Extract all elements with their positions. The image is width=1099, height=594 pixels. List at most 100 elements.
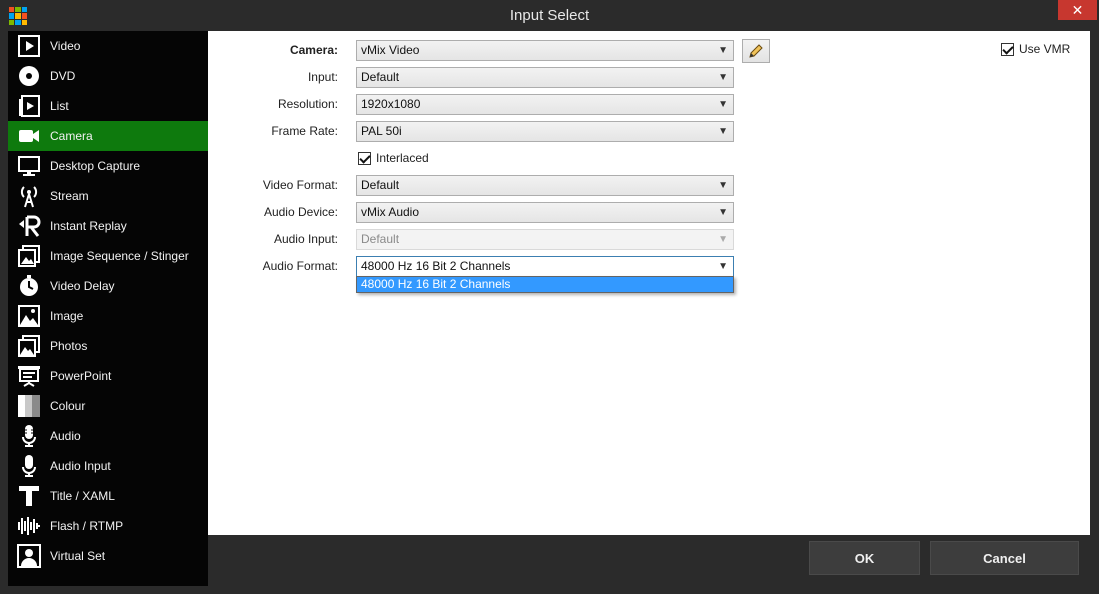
frame-rate-select[interactable]: PAL 50i ▼ (356, 121, 734, 142)
sidebar-item-label: Image (50, 309, 84, 323)
chevron-down-icon: ▼ (718, 126, 728, 137)
sidebar-item-instant-replay[interactable]: Instant Replay (8, 211, 208, 241)
chevron-down-icon: ▼ (718, 234, 728, 245)
checkbox-box (358, 151, 371, 165)
disc-icon (15, 62, 43, 90)
camera-icon (15, 122, 43, 150)
sidebar-item-label: List (50, 99, 69, 113)
sidebar-item-image[interactable]: Image (8, 301, 208, 331)
dialog-footer: OK Cancel (208, 535, 1090, 586)
audio-format-select[interactable]: 48000 Hz 16 Bit 2 Channels ▼ (356, 256, 734, 277)
sidebar-item-label: Flash / RTMP (50, 519, 124, 533)
video-format-label: Video Format: (262, 178, 338, 192)
sidebar-item-colour[interactable]: Colour (8, 391, 208, 421)
resolution-select[interactable]: 1920x1080 ▼ (356, 94, 734, 115)
microphone-input-icon (15, 452, 43, 480)
sidebar-item-label: Title / XAML (50, 489, 115, 503)
sidebar-item-list[interactable]: List (8, 91, 208, 121)
sidebar-item-label: PowerPoint (50, 369, 112, 383)
sidebar-item-label: Image Sequence / Stinger (50, 249, 189, 263)
use-vmr-checkbox[interactable]: Use VMR (1001, 42, 1070, 56)
sidebar-item-label: Video Delay (50, 279, 115, 293)
frame-rate-value: PAL 50i (361, 124, 402, 138)
sidebar-item-video[interactable]: Video (8, 31, 208, 61)
sidebar-item-image-sequence[interactable]: Image Sequence / Stinger (8, 241, 208, 271)
audio-device-label: Audio Device: (263, 205, 338, 219)
presentation-icon (15, 362, 43, 390)
camera-value: vMix Video (361, 43, 420, 57)
video-file-icon (15, 32, 43, 60)
sidebar-item-title-xaml[interactable]: Title / XAML (8, 481, 208, 511)
sidebar-item-label: Virtual Set (50, 549, 106, 563)
resolution-value: 1920x1080 (361, 97, 421, 111)
close-button[interactable]: ✕ (1058, 0, 1097, 20)
input-select[interactable]: Default ▼ (356, 67, 734, 88)
sidebar-item-label: Instant Replay (50, 219, 127, 233)
audio-input-select: Default ▼ (356, 229, 734, 250)
sidebar-item-label: Audio Input (50, 459, 111, 473)
cancel-button[interactable]: Cancel (930, 541, 1079, 575)
interlaced-checkbox[interactable]: Interlaced (358, 151, 429, 165)
list-icon (15, 92, 43, 120)
clock-icon (15, 272, 43, 300)
audio-input-label: Audio Input: (273, 232, 338, 246)
pencil-icon (749, 44, 763, 58)
sidebar-item-label: Colour (50, 399, 86, 413)
replay-icon (15, 212, 43, 240)
microphone-icon (15, 422, 43, 450)
sidebar-item-flash-rtmp[interactable]: Flash / RTMP (8, 511, 208, 541)
image-icon (15, 302, 43, 330)
monitor-icon (15, 152, 43, 180)
sidebar-item-video-delay[interactable]: Video Delay (8, 271, 208, 301)
video-format-value: Default (361, 178, 400, 192)
audio-device-select[interactable]: vMix Audio ▼ (356, 202, 734, 223)
camera-label: Camera: (289, 43, 338, 57)
sidebar-item-label: Camera (50, 129, 93, 143)
sidebar-item-powerpoint[interactable]: PowerPoint (8, 361, 208, 391)
chevron-down-icon: ▼ (718, 99, 728, 110)
input-select-window: Input Select ✕ Video DVD List Camera Des… (0, 0, 1099, 594)
audio-input-value: Default (361, 232, 400, 246)
dropdown-option[interactable]: 48000 Hz 16 Bit 2 Channels (357, 277, 733, 292)
audio-device-value: vMix Audio (361, 205, 420, 219)
ok-button[interactable]: OK (809, 541, 920, 575)
interlaced-label: Interlaced (376, 151, 429, 165)
audio-format-label: Audio Format: (262, 259, 338, 273)
camera-select[interactable]: vMix Video ▼ (356, 40, 734, 61)
title-icon (15, 482, 43, 510)
audio-format-dropdown-list: 48000 Hz 16 Bit 2 Channels (356, 276, 734, 293)
edit-camera-button[interactable] (742, 39, 770, 63)
window-title: Input Select (509, 7, 590, 24)
sidebar-item-photos[interactable]: Photos (8, 331, 208, 361)
sidebar-item-dvd[interactable]: DVD (8, 61, 208, 91)
colour-icon (15, 392, 43, 420)
chevron-down-icon: ▼ (718, 207, 728, 218)
sidebar-item-audio[interactable]: Audio (8, 421, 208, 451)
antenna-icon (15, 182, 43, 210)
title-bar[interactable]: Input Select ✕ (0, 0, 1099, 31)
chevron-down-icon: ▼ (718, 261, 728, 272)
sidebar-item-label: Photos (50, 339, 88, 353)
checkbox-box (1001, 42, 1014, 56)
sidebar-item-audio-input[interactable]: Audio Input (8, 451, 208, 481)
sidebar-item-label: Video (50, 39, 81, 53)
sidebar-item-camera[interactable]: Camera (8, 121, 208, 151)
settings-panel: Camera: vMix Video ▼ Use VMR Input: Defa… (208, 31, 1090, 535)
resolution-label: Resolution: (277, 97, 338, 111)
chevron-down-icon: ▼ (718, 45, 728, 56)
image-sequence-icon (15, 242, 43, 270)
audio-format-value: 48000 Hz 16 Bit 2 Channels (361, 259, 511, 273)
virtual-set-icon (15, 542, 43, 570)
waveform-icon (15, 512, 43, 540)
use-vmr-label: Use VMR (1019, 42, 1071, 56)
input-type-sidebar: Video DVD List Camera Desktop Capture St… (8, 31, 208, 586)
frame-rate-label: Frame Rate: (271, 124, 338, 138)
sidebar-item-virtual-set[interactable]: Virtual Set (8, 541, 208, 571)
input-label: Input: (307, 70, 338, 84)
sidebar-item-label: DVD (50, 69, 76, 83)
sidebar-item-stream[interactable]: Stream (8, 181, 208, 211)
sidebar-item-desktop-capture[interactable]: Desktop Capture (8, 151, 208, 181)
photos-icon (15, 332, 43, 360)
video-format-select[interactable]: Default ▼ (356, 175, 734, 196)
sidebar-item-label: Audio (50, 429, 81, 443)
